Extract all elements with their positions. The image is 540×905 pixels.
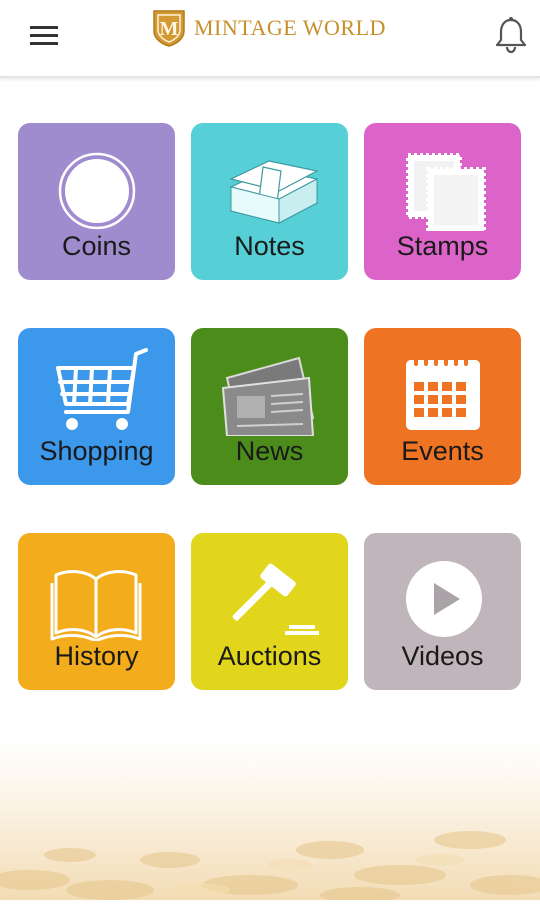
- coins-background-image: [0, 740, 540, 903]
- tile-notes[interactable]: Notes: [191, 123, 348, 280]
- tile-coins[interactable]: Coins: [18, 123, 175, 280]
- gavel-icon: [232, 563, 319, 635]
- hamburger-menu-icon: [30, 26, 58, 45]
- brand-logo: M MINTAGE WORLD: [152, 8, 386, 48]
- top-app-bar: M MINTAGE WORLD: [0, 0, 540, 78]
- play-button-icon: [406, 561, 482, 637]
- tile-events[interactable]: Events: [364, 328, 521, 485]
- tile-stamps[interactable]: Stamps: [364, 123, 521, 280]
- banknotes-icon: [229, 160, 319, 224]
- tile-label: Notes: [234, 231, 305, 261]
- tile-label: Shopping: [39, 436, 154, 466]
- tile-auctions[interactable]: Auctions: [191, 533, 348, 690]
- logo-letter: M: [160, 18, 179, 40]
- tile-label: News: [235, 436, 304, 466]
- tile-label: Events: [401, 436, 484, 466]
- coin-pile-decoration: [0, 831, 540, 903]
- coin-icon: [58, 152, 136, 230]
- mintage-logo-icon: M: [153, 10, 185, 47]
- menu-button[interactable]: [22, 18, 66, 54]
- tile-label: Auctions: [217, 641, 322, 671]
- stamps-icon: [406, 153, 486, 231]
- tile-shopping[interactable]: Shopping: [18, 328, 175, 485]
- tile-history[interactable]: History: [18, 533, 175, 690]
- tile-label: History: [54, 641, 139, 671]
- open-book-icon: [50, 570, 142, 641]
- tile-label: Coins: [61, 231, 132, 261]
- tile-label: Stamps: [396, 231, 489, 261]
- bell-icon: [495, 17, 527, 54]
- tile-videos[interactable]: Videos: [364, 533, 521, 690]
- notifications-button[interactable]: [492, 14, 530, 54]
- calendar-icon: [406, 354, 480, 430]
- tile-news[interactable]: News: [191, 328, 348, 485]
- newspaper-icon: [221, 356, 315, 436]
- tile-label: Videos: [401, 641, 484, 671]
- shopping-cart-icon: [56, 348, 148, 430]
- brand-name: MINTAGE WORLD: [194, 15, 386, 40]
